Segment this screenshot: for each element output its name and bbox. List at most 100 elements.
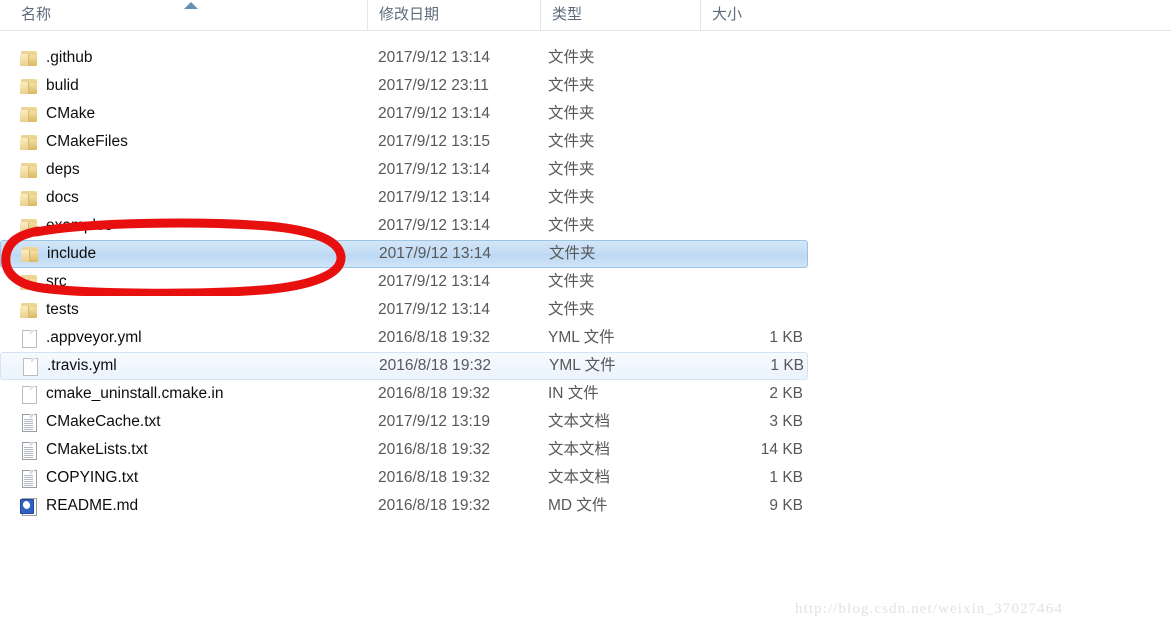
file-name: CMakeFiles <box>46 133 128 150</box>
file-size <box>688 128 803 156</box>
file-list[interactable]: .github 2017/9/12 13:14 文件夹 bulid 2017/9/12 … <box>0 44 1171 520</box>
file-size <box>688 156 803 184</box>
file-row[interactable]: include 2017/9/12 13:14 文件夹 <box>0 240 808 268</box>
file-type: 文本文档 <box>548 441 611 458</box>
file-name: .travis.yml <box>47 357 117 374</box>
file-size: 14 KB <box>760 441 803 458</box>
file-date-modified: 2017/9/12 13:14 <box>378 189 491 206</box>
file-name: .appveyor.yml <box>46 329 142 346</box>
file-size: 1 KB <box>769 469 803 486</box>
file-type: 文本文档 <box>548 413 611 430</box>
file-size: 1 KB <box>769 329 803 346</box>
file-type: MD 文件 <box>548 497 608 514</box>
folder-icon <box>20 161 39 179</box>
file-row[interactable]: examples 2017/9/12 13:14 文件夹 <box>0 212 1171 240</box>
folder-icon <box>20 49 39 67</box>
file-type: 文件夹 <box>548 105 595 122</box>
file-name: cmake_uninstall.cmake.in <box>46 385 224 402</box>
file-size <box>689 241 804 269</box>
file-row[interactable]: tests 2017/9/12 13:14 文件夹 <box>0 296 1171 324</box>
file-date-modified: 2017/9/12 13:15 <box>378 133 491 150</box>
file-size <box>688 212 803 240</box>
file-name: include <box>47 245 97 262</box>
file-type: YML 文件 <box>548 329 615 346</box>
column-header-type-label: 类型 <box>552 6 583 23</box>
file-date-modified: 2017/9/12 13:14 <box>378 161 491 178</box>
file-name: CMake <box>46 105 96 122</box>
column-header-date-modified-label: 修改日期 <box>379 6 440 23</box>
file-name: bulid <box>46 77 79 94</box>
folder-icon <box>20 133 39 151</box>
file-size: 1 KB <box>770 357 804 374</box>
file-type: 文件夹 <box>549 245 596 262</box>
folder-icon <box>21 245 40 263</box>
file-date-modified: 2016/8/18 19:32 <box>378 469 491 486</box>
file-size: 9 KB <box>769 497 803 514</box>
file-date-modified: 2017/9/12 13:14 <box>378 49 491 66</box>
file-type: 文件夹 <box>548 273 595 290</box>
file-date-modified: 2016/8/18 19:32 <box>378 329 491 346</box>
watermark-url: http://blog.csdn.net/weixin_37027464 <box>795 601 1063 617</box>
column-header-date-modified[interactable]: 修改日期 <box>367 0 540 30</box>
file-row[interactable]: COPYING.txt 2016/8/18 19:32 文本文档 1 KB <box>0 464 1171 492</box>
file-icon <box>20 385 39 404</box>
file-type: 文本文档 <box>548 469 611 486</box>
file-name: COPYING.txt <box>46 469 139 486</box>
file-row[interactable]: src 2017/9/12 13:14 文件夹 <box>0 268 1171 296</box>
column-header-type[interactable]: 类型 <box>540 0 700 30</box>
file-row[interactable]: CMakeLists.txt 2016/8/18 19:32 文本文档 14 KB <box>0 436 1171 464</box>
file-name: tests <box>46 301 79 318</box>
file-row[interactable]: CMakeFiles 2017/9/12 13:15 文件夹 <box>0 128 1171 156</box>
folder-icon <box>20 273 39 291</box>
file-date-modified: 2016/8/18 19:32 <box>378 385 491 402</box>
folder-icon <box>20 77 39 95</box>
file-row[interactable]: deps 2017/9/12 13:14 文件夹 <box>0 156 1171 184</box>
file-size <box>688 100 803 128</box>
column-header-bar: 名称 修改日期 类型 大小 <box>0 0 1171 31</box>
file-type: YML 文件 <box>549 357 616 374</box>
file-name: .github <box>46 49 93 66</box>
folder-icon <box>20 189 39 207</box>
file-date-modified: 2017/9/12 13:14 <box>378 217 491 234</box>
file-name: CMakeCache.txt <box>46 413 161 430</box>
file-date-modified: 2016/8/18 19:32 <box>378 497 491 514</box>
file-date-modified: 2017/9/12 13:19 <box>378 413 491 430</box>
file-row[interactable]: .travis.yml 2016/8/18 19:32 YML 文件 1 KB <box>0 352 808 380</box>
file-icon <box>21 357 40 376</box>
column-header-size[interactable]: 大小 <box>700 0 812 30</box>
file-row[interactable]: .appveyor.yml 2016/8/18 19:32 YML 文件 1 KB <box>0 324 1171 352</box>
file-size <box>688 268 803 296</box>
file-name: README.md <box>46 497 139 514</box>
file-size <box>688 296 803 324</box>
file-icon <box>20 329 39 348</box>
file-size <box>688 72 803 100</box>
file-row[interactable]: docs 2017/9/12 13:14 文件夹 <box>0 184 1171 212</box>
file-row[interactable]: README.md 2016/8/18 19:32 MD 文件 9 KB <box>0 492 1171 520</box>
file-name: deps <box>46 161 80 178</box>
file-type: 文件夹 <box>548 301 595 318</box>
file-date-modified: 2017/9/12 13:14 <box>379 245 492 262</box>
text-document-icon <box>20 413 39 432</box>
file-name: CMakeLists.txt <box>46 441 148 458</box>
file-type: IN 文件 <box>548 385 599 402</box>
markdown-file-icon <box>20 497 39 516</box>
file-size <box>688 44 803 72</box>
file-date-modified: 2017/9/12 23:11 <box>378 77 489 94</box>
column-header-name-label: 名称 <box>21 6 52 23</box>
folder-icon <box>20 105 39 123</box>
file-date-modified: 2016/8/18 19:32 <box>379 357 492 374</box>
file-type: 文件夹 <box>548 77 595 94</box>
file-name: src <box>46 273 67 290</box>
file-row[interactable]: CMake 2017/9/12 13:14 文件夹 <box>0 100 1171 128</box>
file-row[interactable]: CMakeCache.txt 2017/9/12 13:19 文本文档 3 KB <box>0 408 1171 436</box>
text-document-icon <box>20 441 39 460</box>
file-row[interactable]: .github 2017/9/12 13:14 文件夹 <box>0 44 1171 72</box>
file-date-modified: 2017/9/12 13:14 <box>378 301 491 318</box>
column-header-size-label: 大小 <box>712 6 743 23</box>
file-name: docs <box>46 189 79 206</box>
file-date-modified: 2017/9/12 13:14 <box>378 273 491 290</box>
file-row[interactable]: bulid 2017/9/12 23:11 文件夹 <box>0 72 1171 100</box>
file-row[interactable]: cmake_uninstall.cmake.in 2016/8/18 19:32 I… <box>0 380 1171 408</box>
file-type: 文件夹 <box>548 161 595 178</box>
file-date-modified: 2017/9/12 13:14 <box>378 105 491 122</box>
